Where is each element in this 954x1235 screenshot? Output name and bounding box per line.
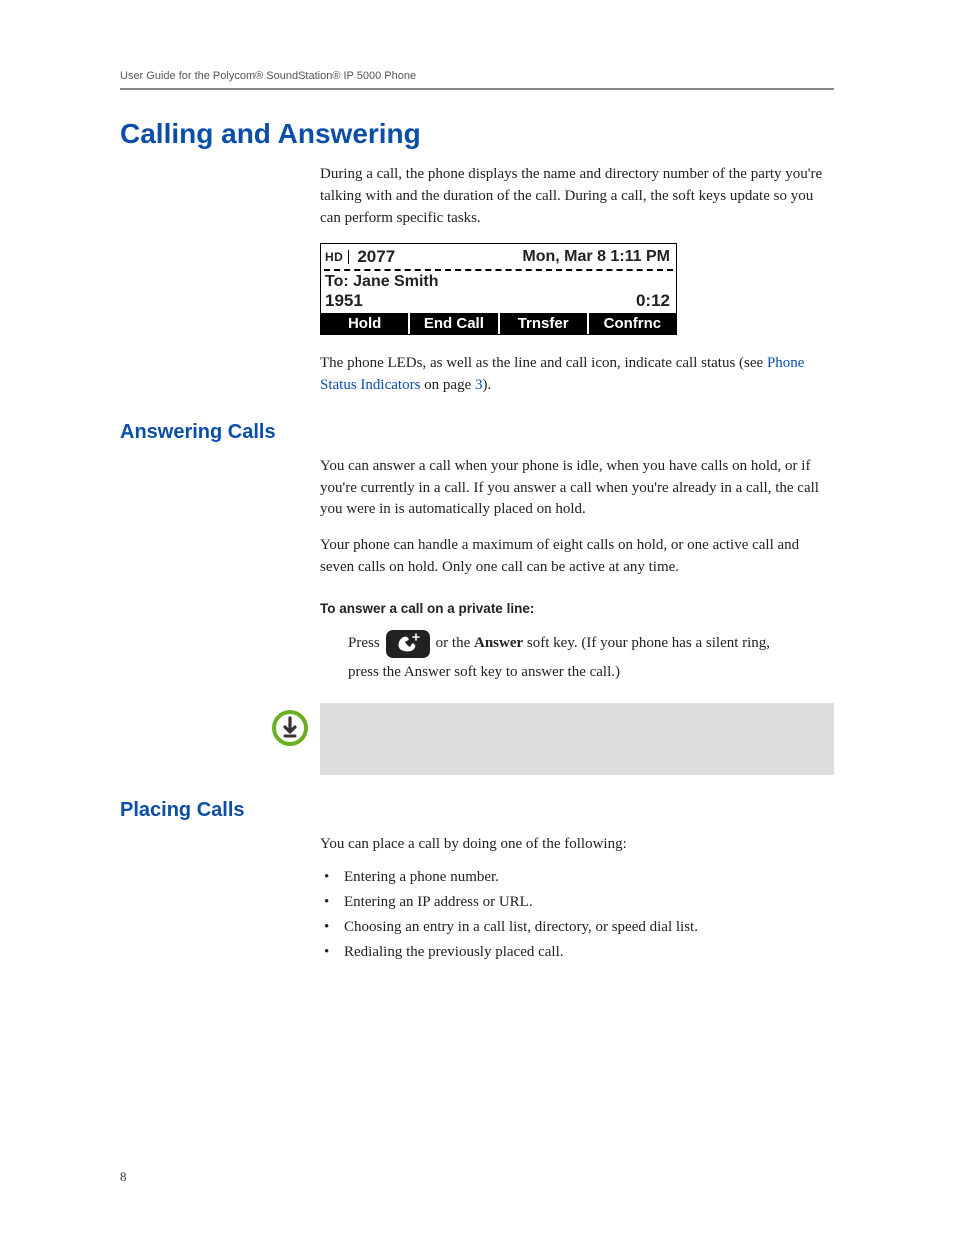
call-to-row: To: Jane Smith <box>321 271 676 291</box>
press-tail-line1: soft key. (If your phone has a silent ri… <box>523 635 770 651</box>
hd-badge: HD <box>325 250 349 264</box>
led-paragraph: The phone LEDs, as well as the line and … <box>320 353 824 397</box>
elapsed-time: 0:12 <box>636 291 670 311</box>
press-label: Press <box>348 635 380 652</box>
led-text-pre: The phone LEDs, as well as the line and … <box>320 355 767 371</box>
note-body-placeholder <box>320 703 834 775</box>
press-tail-line2: press the Answer soft key to answer the … <box>348 664 824 681</box>
header-rule <box>120 88 834 90</box>
list-item: Entering a phone number. <box>320 869 824 886</box>
answer-softkey-name: Answer <box>474 635 523 651</box>
note-icon <box>260 703 320 747</box>
softkey-hold[interactable]: Hold <box>321 313 410 334</box>
phone-screen-figure: HD 2077 Mon, Mar 8 1:11 PM To: Jane Smit… <box>320 243 677 335</box>
answering-p2: Your phone can handle a maximum of eight… <box>320 535 824 579</box>
placing-intro: You can place a call by doing one of the… <box>320 834 824 856</box>
softkey-end-call[interactable]: End Call <box>410 313 499 334</box>
page-title: Calling and Answering <box>120 118 834 150</box>
procedure-step: Press or the Answer soft key. (If your p… <box>348 630 824 658</box>
procedure-heading: To answer a call on a private line: <box>320 601 824 616</box>
extension-number: 2077 <box>357 247 395 267</box>
running-header: User Guide for the Polycom® SoundStation… <box>120 70 834 82</box>
to-label: To: <box>325 273 349 290</box>
softkey-transfer[interactable]: Trnsfer <box>500 313 589 334</box>
press-mid: or the <box>436 635 474 651</box>
note-block <box>120 703 834 775</box>
intro-paragraph: During a call, the phone displays the na… <box>320 164 824 229</box>
phone-datetime: Mon, Mar 8 1:11 PM <box>395 248 670 266</box>
call-key-icon <box>386 630 430 658</box>
list-item: Choosing an entry in a call list, direct… <box>320 919 824 936</box>
led-text-mid: on page <box>420 377 475 393</box>
heading-placing-calls: Placing Calls <box>120 799 834 822</box>
placing-bullet-list: Entering a phone number. Entering an IP … <box>320 869 824 961</box>
answering-p1: You can answer a call when your phone is… <box>320 456 824 521</box>
from-number: 1951 <box>325 291 363 311</box>
to-name: Jane Smith <box>353 273 438 290</box>
page-number: 8 <box>120 1169 127 1185</box>
list-item: Entering an IP address or URL. <box>320 894 824 911</box>
heading-answering-calls: Answering Calls <box>120 421 834 444</box>
led-text-post: ). <box>482 377 491 393</box>
list-item: Redialing the previously placed call. <box>320 944 824 961</box>
softkey-bar: Hold End Call Trnsfer Confrnc <box>321 313 676 334</box>
softkey-conference[interactable]: Confrnc <box>589 313 676 334</box>
